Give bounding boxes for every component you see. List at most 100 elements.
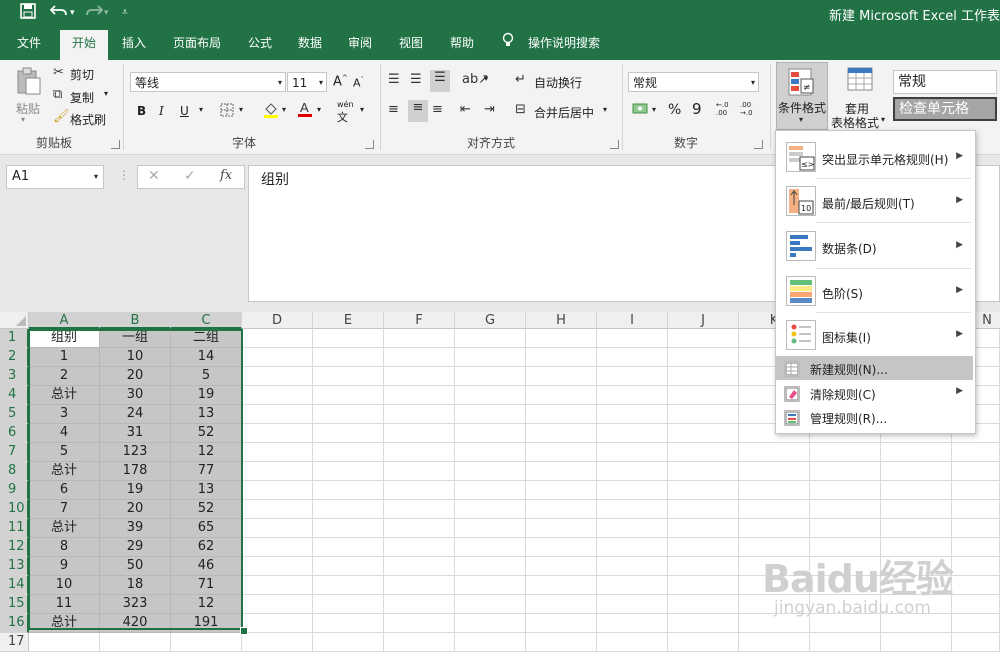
- cell-G5[interactable]: [455, 405, 526, 424]
- cell-E3[interactable]: [313, 367, 384, 386]
- column-header[interactable]: E: [313, 312, 384, 329]
- cell-K11[interactable]: [739, 519, 810, 538]
- cell-F11[interactable]: [384, 519, 455, 538]
- cell-D16[interactable]: [242, 614, 313, 633]
- column-header[interactable]: C: [171, 312, 242, 329]
- cell-F5[interactable]: [384, 405, 455, 424]
- cell-A1[interactable]: 组别: [29, 329, 100, 348]
- cell-D7[interactable]: [242, 443, 313, 462]
- cell-B12[interactable]: 29: [100, 538, 171, 557]
- name-box[interactable]: A1 ▾: [6, 165, 104, 189]
- cell-L7[interactable]: [810, 443, 881, 462]
- column-header[interactable]: F: [384, 312, 455, 329]
- cell-B8[interactable]: 178: [100, 462, 171, 481]
- format-as-table-button[interactable]: 表格格式: [831, 114, 879, 131]
- cell-H12[interactable]: [526, 538, 597, 557]
- cell-F1[interactable]: [384, 329, 455, 348]
- cell-D5[interactable]: [242, 405, 313, 424]
- menu-item-data-bars[interactable]: 数据条(D) ▶: [776, 225, 973, 267]
- cell-E4[interactable]: [313, 386, 384, 405]
- cell-N17[interactable]: [952, 633, 1000, 652]
- wrap-text-button[interactable]: 自动换行: [534, 74, 582, 91]
- cell-B14[interactable]: 18: [100, 576, 171, 595]
- cell-G17[interactable]: [455, 633, 526, 652]
- percent-button[interactable]: %: [668, 102, 681, 118]
- select-all-corner[interactable]: [0, 312, 29, 329]
- cell-C9[interactable]: 13: [171, 481, 242, 500]
- cell-F7[interactable]: [384, 443, 455, 462]
- cell-G4[interactable]: [455, 386, 526, 405]
- cell-H1[interactable]: [526, 329, 597, 348]
- cell-D14[interactable]: [242, 576, 313, 595]
- cell-G2[interactable]: [455, 348, 526, 367]
- cell-F17[interactable]: [384, 633, 455, 652]
- cell-A9[interactable]: 6: [29, 481, 100, 500]
- align-top-icon[interactable]: ☰: [388, 72, 400, 87]
- cell-A6[interactable]: 4: [29, 424, 100, 443]
- cell-B7[interactable]: 123: [100, 443, 171, 462]
- cell-G7[interactable]: [455, 443, 526, 462]
- cell-I9[interactable]: [597, 481, 668, 500]
- cell-D17[interactable]: [242, 633, 313, 652]
- column-header[interactable]: G: [455, 312, 526, 329]
- number-format-select[interactable]: 常规 ▾: [628, 72, 759, 92]
- clipboard-launcher-icon[interactable]: [111, 140, 120, 149]
- cell-G1[interactable]: [455, 329, 526, 348]
- cell-C5[interactable]: 13: [171, 405, 242, 424]
- phonetic-button[interactable]: wén 文: [337, 100, 354, 125]
- cell-I7[interactable]: [597, 443, 668, 462]
- cell-C11[interactable]: 65: [171, 519, 242, 538]
- cell-F8[interactable]: [384, 462, 455, 481]
- cell-C16[interactable]: 191: [171, 614, 242, 633]
- undo-icon[interactable]: [49, 3, 68, 24]
- cell-G10[interactable]: [455, 500, 526, 519]
- font-name-select[interactable]: 等线 ▾: [130, 72, 286, 92]
- number-launcher-icon[interactable]: [754, 140, 763, 149]
- tab-home[interactable]: 开始: [60, 30, 109, 60]
- cell-A10[interactable]: 7: [29, 500, 100, 519]
- cell-A3[interactable]: 2: [29, 367, 100, 386]
- cell-I16[interactable]: [597, 614, 668, 633]
- cell-I11[interactable]: [597, 519, 668, 538]
- cell-A8[interactable]: 总计: [29, 462, 100, 481]
- cell-J13[interactable]: [668, 557, 739, 576]
- cell-I13[interactable]: [597, 557, 668, 576]
- cell-J5[interactable]: [668, 405, 739, 424]
- cell-D13[interactable]: [242, 557, 313, 576]
- cell-J8[interactable]: [668, 462, 739, 481]
- cell-G12[interactable]: [455, 538, 526, 557]
- cell-J11[interactable]: [668, 519, 739, 538]
- cell-G14[interactable]: [455, 576, 526, 595]
- cell-D8[interactable]: [242, 462, 313, 481]
- cell-E8[interactable]: [313, 462, 384, 481]
- cell-F4[interactable]: [384, 386, 455, 405]
- cell-E2[interactable]: [313, 348, 384, 367]
- cell-C12[interactable]: 62: [171, 538, 242, 557]
- cell-J12[interactable]: [668, 538, 739, 557]
- cell-K7[interactable]: [739, 443, 810, 462]
- cell-C13[interactable]: 46: [171, 557, 242, 576]
- decrease-indent-icon[interactable]: ⇤: [460, 102, 471, 117]
- cell-B2[interactable]: 10: [100, 348, 171, 367]
- enter-icon[interactable]: ✓: [184, 168, 196, 184]
- cell-H6[interactable]: [526, 424, 597, 443]
- tab-data[interactable]: 数据: [298, 34, 322, 51]
- column-header[interactable]: B: [100, 312, 171, 329]
- cell-I1[interactable]: [597, 329, 668, 348]
- tab-page-layout[interactable]: 页面布局: [173, 34, 221, 51]
- cell-E16[interactable]: [313, 614, 384, 633]
- column-header[interactable]: D: [242, 312, 313, 329]
- column-header[interactable]: J: [668, 312, 739, 329]
- cell-F10[interactable]: [384, 500, 455, 519]
- font-color-dropdown-icon[interactable]: ▾: [317, 105, 321, 114]
- cell-L9[interactable]: [810, 481, 881, 500]
- cell-F2[interactable]: [384, 348, 455, 367]
- cell-D4[interactable]: [242, 386, 313, 405]
- cell-C6[interactable]: 52: [171, 424, 242, 443]
- row-header[interactable]: 5: [0, 405, 29, 424]
- cell-B3[interactable]: 20: [100, 367, 171, 386]
- tell-me-search[interactable]: 操作说明搜索: [528, 34, 600, 51]
- cell-J2[interactable]: [668, 348, 739, 367]
- row-header[interactable]: 1: [0, 329, 29, 348]
- cell-B6[interactable]: 31: [100, 424, 171, 443]
